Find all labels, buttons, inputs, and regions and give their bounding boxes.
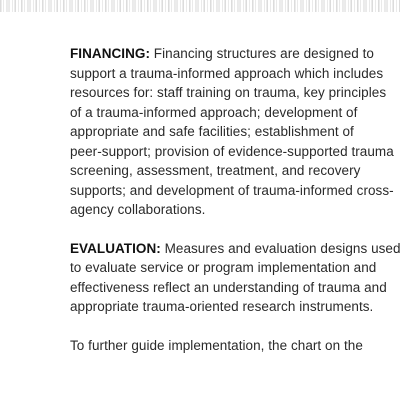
financing-line-5: peer-support; provision of evidence-supp… [70, 143, 394, 159]
financing-line-0: FINANCING: Financing structures are desi… [70, 44, 400, 64]
evaluation-text-0: Measures and evaluation designs used [160, 240, 400, 256]
financing-text-0: Financing structures are designed to [150, 46, 374, 61]
closing-line-0: To further guide implementation, the cha… [70, 337, 363, 353]
evaluation-line-1: to evaluate service or program implement… [70, 260, 377, 275]
financing-paragraph: FINANCING: Financing structures are desi… [70, 44, 400, 220]
evaluation-line-2: effectiveness reflect an understanding o… [70, 279, 387, 295]
financing-heading: FINANCING: [70, 46, 150, 61]
page: FINANCING: Financing structures are desi… [0, 0, 400, 400]
document-body: FINANCING: Financing structures are desi… [70, 44, 400, 374]
evaluation-heading: EVALUATION: [70, 240, 161, 256]
financing-line-7: supports; and development of trauma-info… [70, 182, 394, 198]
scan-noise [0, 0, 400, 12]
financing-line-8: agency collaborations. [70, 202, 206, 217]
closing-paragraph: To further guide implementation, the cha… [70, 336, 400, 356]
evaluation-line-0: EVALUATION: Measures and evaluation desi… [70, 239, 400, 259]
financing-line-6: screening, assessment, treatment, and re… [70, 163, 361, 178]
financing-line-1: support a trauma-informed approach which… [70, 65, 384, 81]
financing-line-3: of a trauma-informed approach; developme… [70, 104, 358, 120]
financing-line-4: appropriate and safe facilities; establi… [70, 124, 354, 139]
financing-line-2: resources for: staff training on trauma,… [70, 85, 387, 100]
evaluation-line-3: appropriate trauma-oriented research ins… [70, 299, 374, 314]
evaluation-paragraph: EVALUATION: Measures and evaluation desi… [70, 239, 400, 317]
